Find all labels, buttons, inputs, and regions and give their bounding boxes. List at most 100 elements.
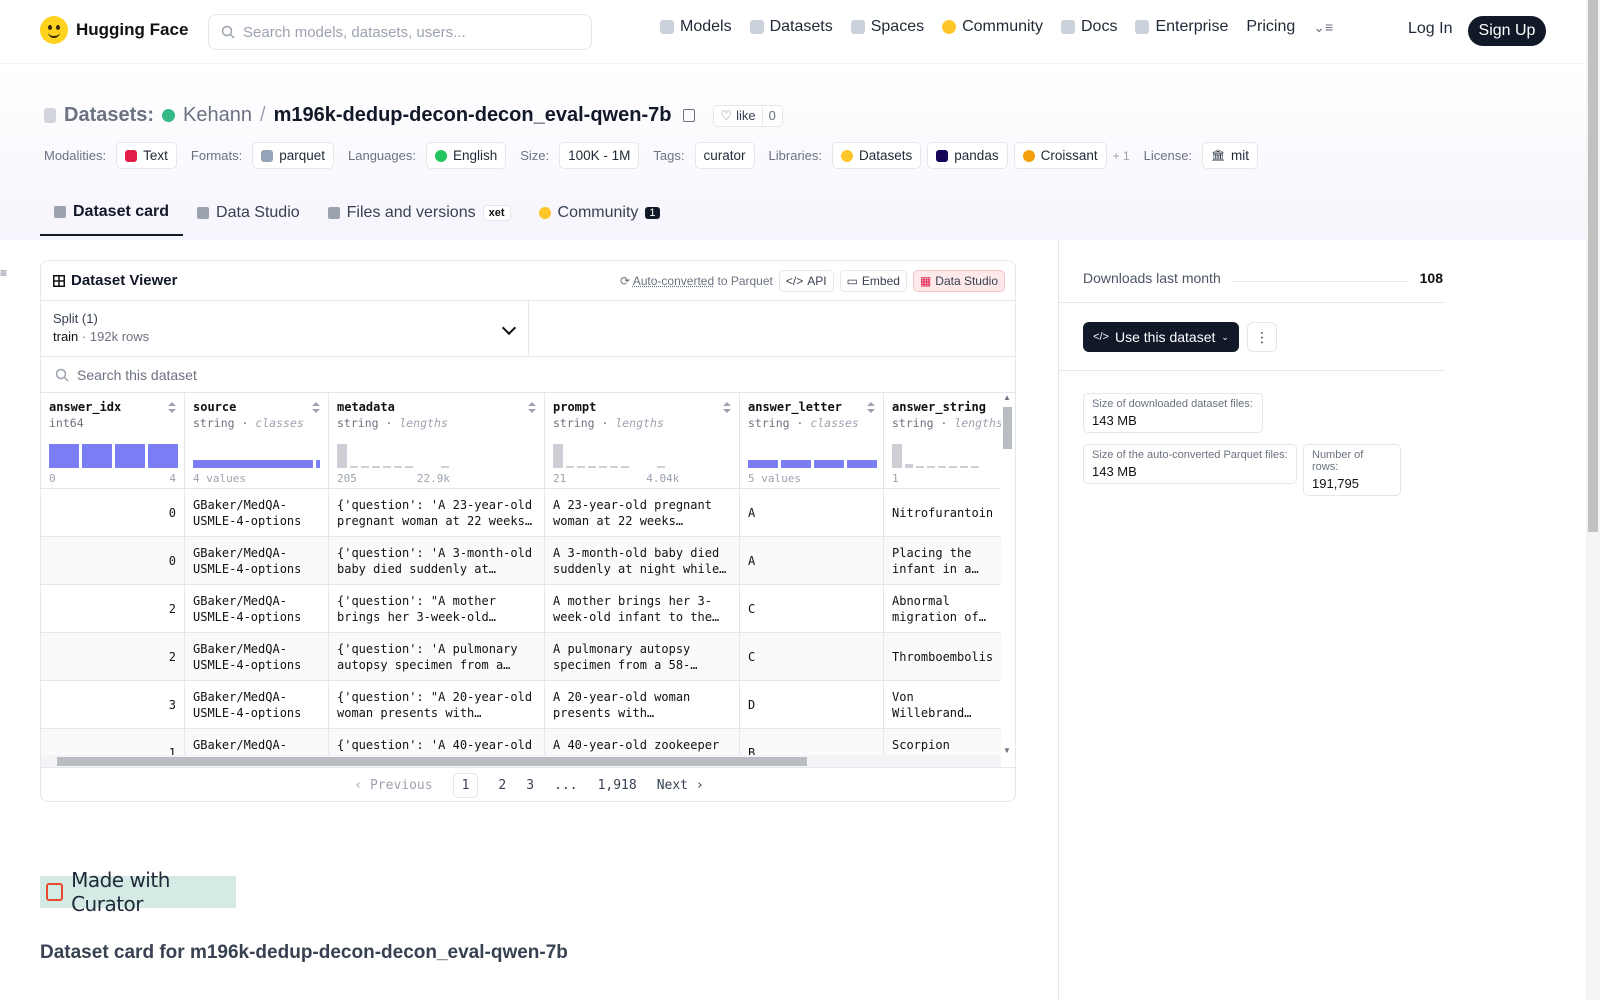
- nav-enterprise[interactable]: Enterprise: [1135, 18, 1228, 36]
- more-options-button[interactable]: ⋮: [1247, 322, 1277, 352]
- table-cell-answer-letter[interactable]: A: [740, 537, 884, 584]
- table-cell-answer-letter[interactable]: D: [740, 681, 884, 728]
- breadcrumb-datasets[interactable]: Datasets:: [64, 104, 154, 127]
- format-tag[interactable]: parquet: [252, 142, 334, 169]
- table-cell-source[interactable]: GBaker/MedQA-USMLE-4-options: [185, 681, 329, 728]
- table-vertical-scrollbar[interactable]: ▲ ▼: [1001, 393, 1013, 755]
- table-cell-prompt[interactable]: A 20-year-old woman presents with menorr…: [545, 681, 740, 728]
- table-cell-answer-idx[interactable]: 1: [41, 729, 185, 755]
- column-answer-letter[interactable]: answer_letter string · classes 5 values: [740, 393, 884, 488]
- table-cell-source[interactable]: GBaker/MedQA-USMLE-4-options: [185, 585, 329, 632]
- split-selector[interactable]: Split (1) train · 192k rows: [41, 301, 529, 356]
- table-cell-answer-string[interactable]: Nitrofurantoin: [884, 489, 1001, 536]
- auto-converted-link[interactable]: ⟳ Auto-converted to Parquet: [620, 274, 773, 288]
- like-button[interactable]: ♡ like 0: [713, 104, 783, 127]
- page-1[interactable]: 1: [452, 773, 479, 798]
- table-cell-answer-idx[interactable]: 0: [41, 537, 185, 584]
- tab-community[interactable]: Community 1: [525, 190, 674, 236]
- license-tag[interactable]: 🏛 mit: [1202, 142, 1259, 169]
- table-cell-prompt[interactable]: A 40-year-old zookeeper: [545, 729, 740, 755]
- use-this-dataset-button[interactable]: </> Use this dataset ⌄: [1083, 322, 1239, 352]
- data-studio-button[interactable]: ▦ Data Studio: [912, 270, 1005, 292]
- sort-icon[interactable]: [867, 402, 875, 414]
- sort-icon[interactable]: [168, 402, 176, 414]
- nav-docs[interactable]: Docs: [1061, 18, 1117, 36]
- sort-icon[interactable]: [528, 402, 536, 414]
- table-cell-source[interactable]: GBaker/MedQA-USMLE-4-options: [185, 489, 329, 536]
- column-source[interactable]: source string · classes 4 values: [185, 393, 329, 488]
- login-link[interactable]: Log In: [1408, 20, 1452, 38]
- dataset-search[interactable]: [41, 357, 1015, 393]
- tab-files[interactable]: Files and versions xet: [314, 190, 525, 236]
- libraries-more[interactable]: + 1: [1113, 149, 1130, 163]
- table-cell-answer-idx[interactable]: 2: [41, 585, 185, 632]
- sidebar-toggle-icon[interactable]: ≡: [0, 266, 8, 280]
- table-cell-answer-letter[interactable]: C: [740, 633, 884, 680]
- table-cell-answer-idx[interactable]: 2: [41, 633, 185, 680]
- signup-button[interactable]: Sign Up: [1468, 16, 1546, 46]
- table-cell-prompt[interactable]: A 3-month-old baby died suddenly at nigh…: [545, 537, 740, 584]
- dataset-search-input[interactable]: [77, 366, 677, 383]
- next-page[interactable]: Next ›: [657, 778, 704, 793]
- table-row[interactable]: 0 GBaker/MedQA-USMLE-4-options {'question'…: [41, 489, 1001, 537]
- table-cell-prompt[interactable]: A mother brings her 3-week-old infant to…: [545, 585, 740, 632]
- page-last[interactable]: 1,918: [598, 778, 637, 793]
- breadcrumb-owner[interactable]: Kehann: [183, 104, 252, 127]
- page-3[interactable]: 3: [526, 778, 534, 793]
- previous-page[interactable]: ‹ Previous: [354, 778, 432, 793]
- scroll-thumb[interactable]: [57, 757, 807, 766]
- table-cell-metadata[interactable]: {'question': "A 20-year-old woman presen…: [329, 681, 545, 728]
- table-cell-metadata[interactable]: {'question': 'A 40-year-old: [329, 729, 545, 755]
- breadcrumb-repo[interactable]: m196k-dedup-decon-decon_eval-qwen-7b: [274, 104, 672, 127]
- table-cell-metadata[interactable]: {'question': 'A 3-month-old baby died su…: [329, 537, 545, 584]
- modality-tag[interactable]: Text: [116, 142, 177, 169]
- column-answer-string[interactable]: answer_string string · lengths 1: [884, 393, 1001, 488]
- nav-datasets[interactable]: Datasets: [749, 18, 833, 36]
- table-cell-answer-idx[interactable]: 3: [41, 681, 185, 728]
- nav-models[interactable]: Models: [660, 18, 732, 36]
- nav-more-menu[interactable]: ⌄≡: [1313, 19, 1333, 36]
- table-cell-answer-string[interactable]: Von Willebrand disease: [884, 681, 1001, 728]
- embed-button[interactable]: ▭ Embed: [839, 270, 907, 292]
- nav-community[interactable]: Community: [942, 18, 1043, 36]
- table-cell-answer-letter[interactable]: A: [740, 489, 884, 536]
- table-horizontal-scrollbar[interactable]: [41, 755, 1001, 767]
- table-cell-source[interactable]: GBaker/MedQA-: [185, 729, 329, 755]
- tab-data-studio[interactable]: Data Studio: [183, 190, 314, 236]
- page-scrollbar[interactable]: [1586, 0, 1600, 1000]
- curator-tag[interactable]: curator: [694, 142, 755, 169]
- scroll-down-icon[interactable]: ▼: [1001, 746, 1013, 755]
- table-cell-metadata[interactable]: {'question': 'A pulmonary autopsy specim…: [329, 633, 545, 680]
- table-row[interactable]: 2 GBaker/MedQA-USMLE-4-options {'question'…: [41, 585, 1001, 633]
- column-metadata[interactable]: metadata string · lengths 205 22.9k: [329, 393, 545, 488]
- table-cell-answer-string[interactable]: Scorpion sting: [884, 729, 1001, 756]
- scroll-thumb[interactable]: [1588, 0, 1598, 532]
- table-cell-metadata[interactable]: {'question': "A mother brings her 3-week…: [329, 585, 545, 632]
- nav-pricing[interactable]: Pricing: [1246, 18, 1295, 36]
- library-pandas[interactable]: pandas: [927, 142, 1008, 169]
- made-with-curator-badge[interactable]: Made with Curator: [40, 868, 236, 916]
- table-row[interactable]: 0 GBaker/MedQA-USMLE-4-options {'question'…: [41, 537, 1001, 585]
- table-cell-metadata[interactable]: {'question': 'A 23-year-old pregnant wom…: [329, 489, 545, 536]
- table-cell-source[interactable]: GBaker/MedQA-USMLE-4-options: [185, 537, 329, 584]
- copy-icon[interactable]: [683, 109, 696, 122]
- scroll-thumb[interactable]: [1003, 407, 1012, 449]
- scroll-up-icon[interactable]: ▲: [1001, 393, 1013, 402]
- page-2[interactable]: 2: [498, 778, 506, 793]
- global-search[interactable]: [208, 14, 592, 50]
- language-tag[interactable]: English: [425, 142, 507, 169]
- table-row[interactable]: 1 GBaker/MedQA- {'question': 'A 40-year-ol…: [41, 729, 1001, 755]
- library-datasets[interactable]: Datasets: [832, 142, 922, 169]
- table-row[interactable]: 3 GBaker/MedQA-USMLE-4-options {'question'…: [41, 681, 1001, 729]
- table-cell-answer-letter[interactable]: B: [740, 729, 884, 755]
- table-cell-prompt[interactable]: A pulmonary autopsy specimen from a 58-y…: [545, 633, 740, 680]
- column-prompt[interactable]: prompt string · lengths 21 4.04k: [545, 393, 740, 488]
- table-row[interactable]: 2 GBaker/MedQA-USMLE-4-options {'question'…: [41, 633, 1001, 681]
- api-button[interactable]: </> API: [778, 270, 834, 292]
- table-cell-answer-idx[interactable]: 0: [41, 489, 185, 536]
- global-search-input[interactable]: [243, 23, 563, 41]
- nav-spaces[interactable]: Spaces: [850, 18, 924, 36]
- sort-icon[interactable]: [312, 402, 320, 414]
- table-cell-answer-string[interactable]: Abnormal migration of ventral…: [884, 585, 1001, 632]
- tab-dataset-card[interactable]: Dataset card: [40, 190, 184, 236]
